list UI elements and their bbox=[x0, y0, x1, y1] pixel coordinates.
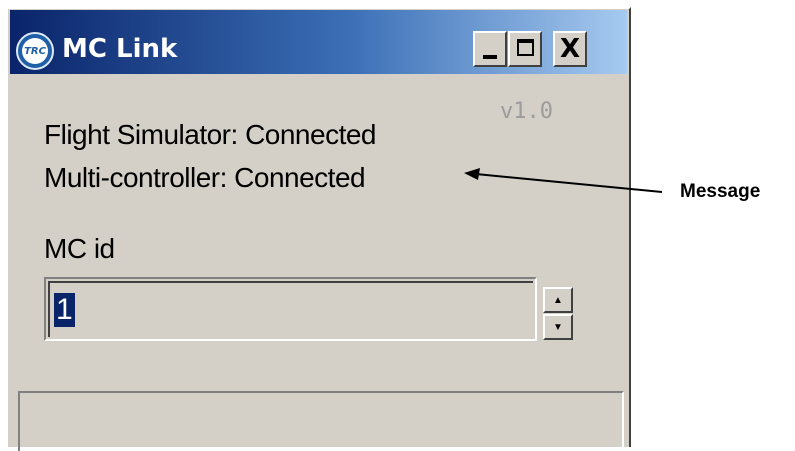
mc-id-input-inner: 1 bbox=[48, 281, 533, 337]
spin-up-button[interactable]: ▲ bbox=[543, 287, 573, 313]
multi-controller-status: Multi-controller: Connected bbox=[44, 162, 366, 193]
maximize-button[interactable] bbox=[508, 31, 542, 67]
arrow-up-icon: ▲ bbox=[553, 294, 563, 306]
mc-id-label: MC id bbox=[44, 233, 115, 264]
maximize-icon bbox=[517, 39, 534, 56]
status-bar bbox=[18, 391, 624, 451]
annotation-message-label: Message bbox=[680, 181, 761, 202]
arrow-down-icon: ▼ bbox=[553, 321, 563, 333]
minimize-button[interactable] bbox=[473, 31, 507, 67]
mc-id-value[interactable]: 1 bbox=[54, 293, 75, 327]
flight-simulator-status: Flight Simulator: Connected bbox=[44, 119, 377, 150]
close-icon: X bbox=[559, 34, 581, 64]
close-button[interactable]: X bbox=[553, 31, 587, 67]
title-bar[interactable]: TRC MC Link X bbox=[10, 10, 627, 74]
mc-link-window: TRC MC Link X v1.0 Flight Simulator: Con… bbox=[6, 7, 631, 451]
version-label: v1.0 bbox=[500, 99, 553, 124]
minimize-icon bbox=[483, 55, 497, 59]
app-logo-text: TRC bbox=[22, 38, 48, 64]
spin-down-button[interactable]: ▼ bbox=[543, 314, 573, 340]
mc-id-input[interactable]: 1 bbox=[44, 277, 537, 341]
app-logo-icon[interactable]: TRC bbox=[16, 32, 54, 70]
window-title: MC Link bbox=[62, 34, 178, 64]
annotation-arrow-icon bbox=[464, 168, 662, 193]
